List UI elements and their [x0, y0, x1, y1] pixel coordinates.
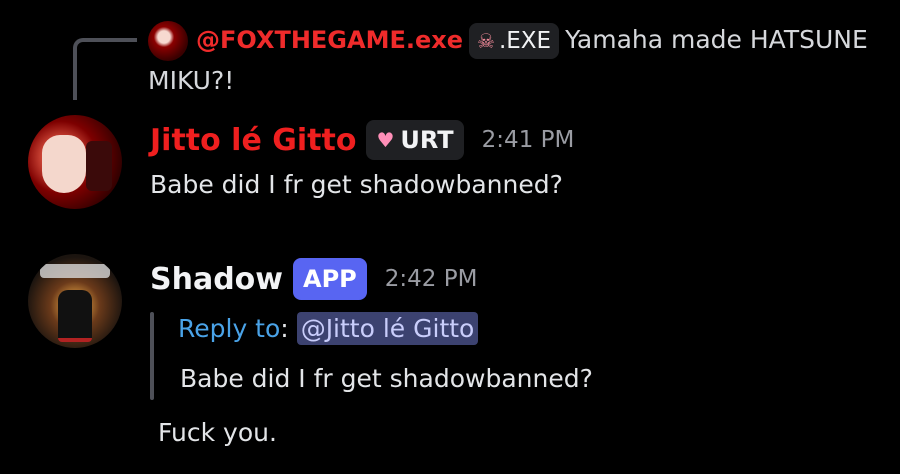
avatar-figure-graphic: [86, 141, 112, 191]
timestamp: 2:42 PM: [384, 266, 478, 292]
reply-reference[interactable]: @FOXTHEGAME.exe ☠ .EXE Yamaha made HATSUNE …: [148, 20, 868, 101]
quote-text: Babe did I fr get shadowbanned?: [180, 364, 593, 393]
avatar-hand-graphic: [42, 135, 86, 193]
skull-icon: ☠: [477, 29, 495, 53]
reply-connector-line: [73, 38, 137, 100]
avatar-figure-graphic: [58, 290, 92, 342]
reply-author-name[interactable]: @FOXTHEGAME.exe: [196, 26, 463, 54]
timestamp: 2:41 PM: [481, 127, 575, 153]
avatar-logo-graphic: [40, 264, 110, 278]
reply-author-tag: ☠ .EXE: [469, 23, 560, 59]
author-name[interactable]: Shadow: [150, 262, 283, 297]
reply-colon: :: [280, 314, 289, 343]
quote-reply-line: Reply to: @Jitto lé Gitto: [178, 312, 479, 345]
role-tag-label: URT: [400, 126, 454, 154]
message-text: Babe did I fr get shadowbanned?: [150, 170, 563, 199]
avatar[interactable]: [28, 115, 122, 209]
app-badge: APP: [293, 258, 367, 300]
author-name[interactable]: Jitto lé Gitto: [150, 123, 356, 158]
avatar[interactable]: [28, 254, 122, 348]
reply-label: Reply to: [178, 314, 281, 343]
reply-author-tag-label: .EXE: [498, 28, 552, 54]
user-mention[interactable]: @Jitto lé Gitto: [296, 312, 479, 345]
chat-view: @FOXTHEGAME.exe ☠ .EXE Yamaha made HATSUNE …: [0, 0, 900, 474]
message-header: Jitto lé Gitto ♥ URT 2:41 PM: [150, 118, 574, 162]
role-tag: ♥ URT: [366, 120, 464, 160]
quote-bar: [150, 312, 154, 400]
reply-author-avatar[interactable]: [148, 21, 188, 61]
message-text: Fuck you.: [158, 418, 277, 447]
heart-icon: ♥: [376, 128, 395, 152]
message-header: Shadow APP 2:42 PM: [150, 257, 477, 301]
